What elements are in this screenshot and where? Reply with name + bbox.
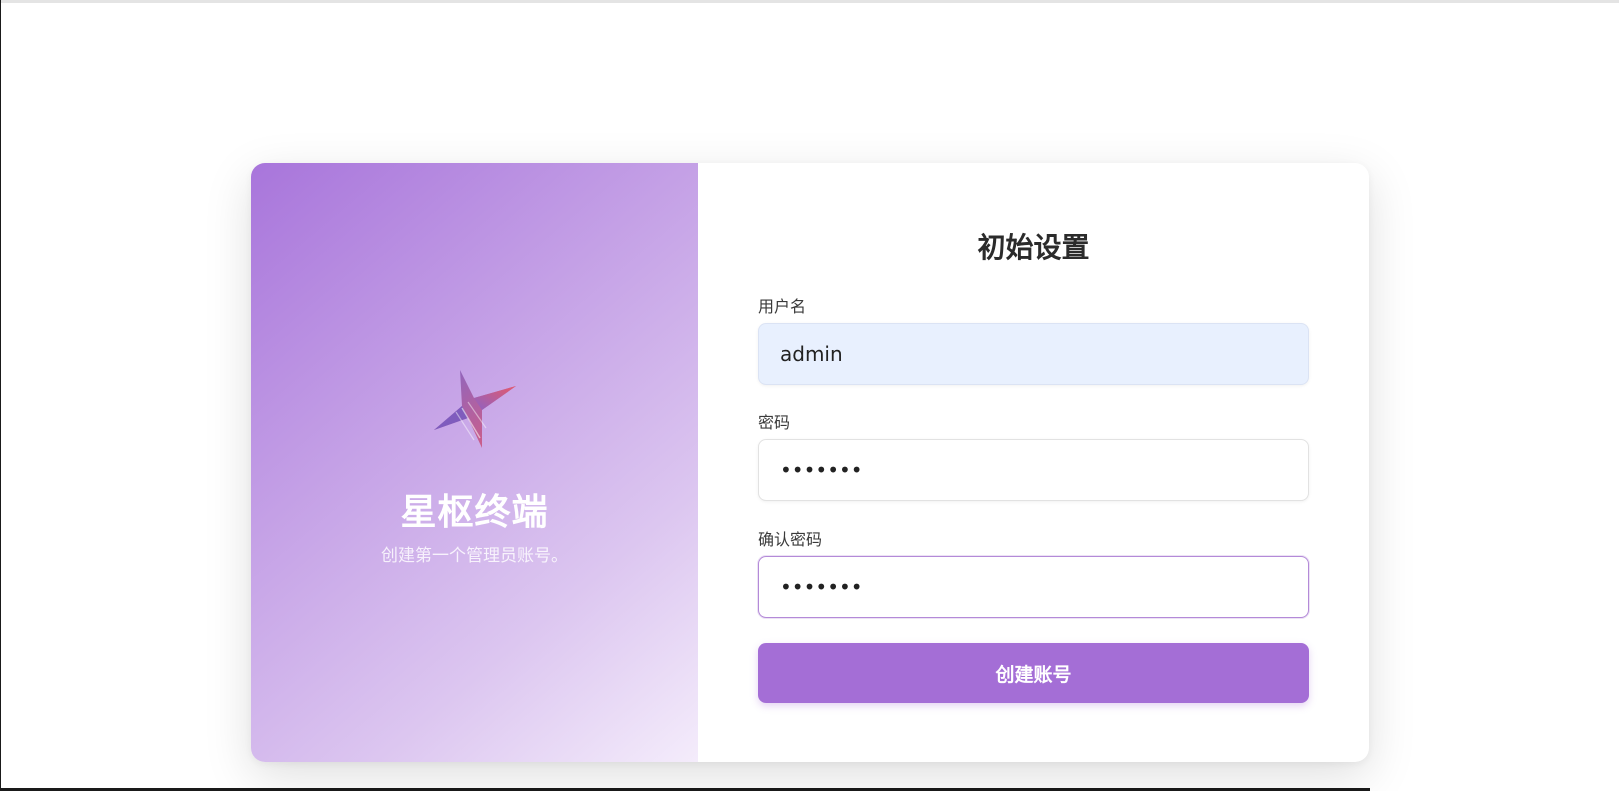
- brand-panel: 星枢终端 创建第一个管理员账号。: [251, 163, 698, 762]
- left-edge: [0, 0, 1, 791]
- confirm-password-input[interactable]: [758, 556, 1309, 618]
- password-input[interactable]: [758, 439, 1309, 501]
- brand-subtitle: 创建第一个管理员账号。: [381, 546, 568, 566]
- top-border: [0, 0, 1619, 3]
- username-input[interactable]: [758, 323, 1309, 385]
- page-title: 初始设置: [977, 231, 1090, 264]
- confirm-password-label: 确认密码: [758, 530, 823, 549]
- create-account-button[interactable]: 创建账号: [758, 643, 1309, 703]
- setup-card: 星枢终端 创建第一个管理员账号。 初始设置 用户名 密码 确认密码 创建账号: [251, 163, 1369, 762]
- star-logo-icon: [434, 370, 516, 448]
- brand-name: 星枢终端: [400, 492, 549, 533]
- form-panel: 初始设置 用户名 密码 确认密码 创建账号: [698, 163, 1369, 762]
- password-label: 密码: [758, 413, 791, 432]
- username-label: 用户名: [758, 297, 807, 316]
